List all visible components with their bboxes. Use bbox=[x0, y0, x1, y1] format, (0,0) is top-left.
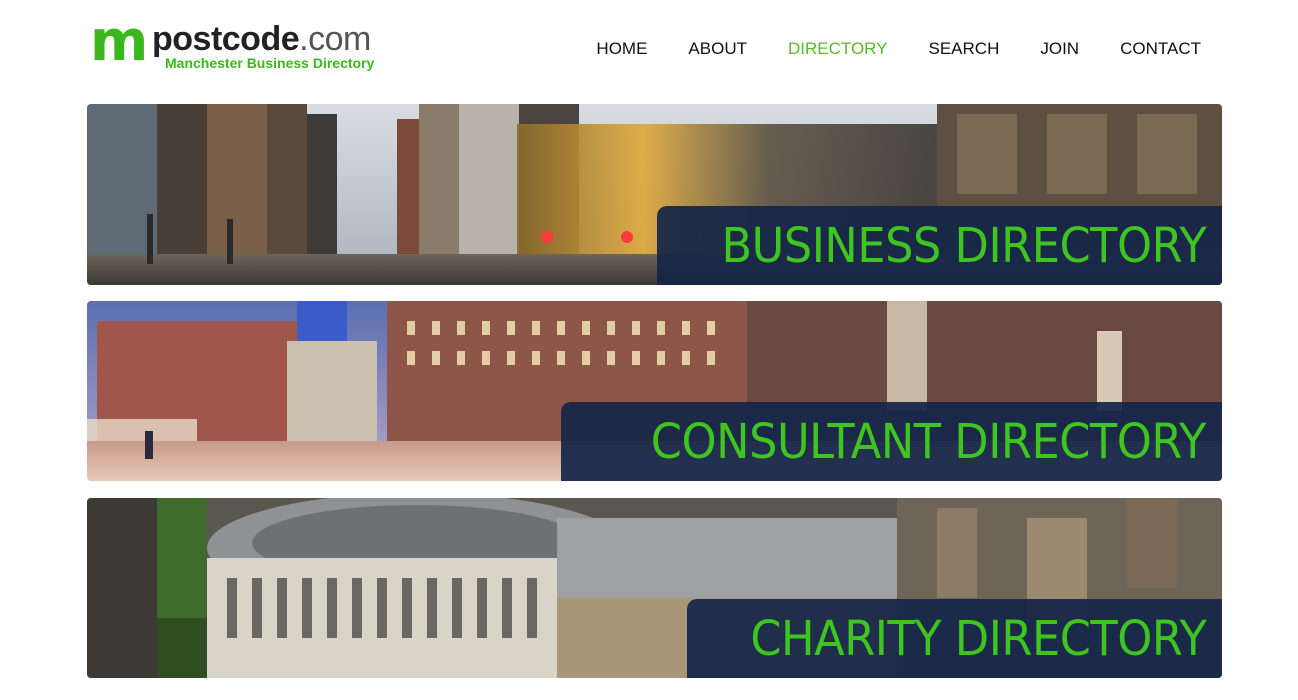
consultant-directory-label: CONSULTANT DIRECTORY bbox=[650, 413, 1207, 470]
nav-search[interactable]: SEARCH bbox=[929, 38, 1000, 60]
logo-wordmark: postcode.com bbox=[152, 22, 371, 56]
nav-about[interactable]: ABOUT bbox=[688, 38, 747, 60]
site-header: m postcode.com Manchester Business Direc… bbox=[0, 0, 1298, 100]
nav-contact[interactable]: CONTACT bbox=[1120, 38, 1201, 60]
logo-name: postcode bbox=[152, 20, 300, 58]
nav-directory[interactable]: DIRECTORY bbox=[788, 38, 888, 60]
charity-directory-label: CHARITY DIRECTORY bbox=[749, 610, 1207, 667]
business-directory-banner[interactable]: BUSINESS DIRECTORY bbox=[87, 104, 1222, 285]
charity-directory-label-box: CHARITY DIRECTORY bbox=[687, 599, 1222, 678]
consultant-directory-banner[interactable]: CONSULTANT DIRECTORY bbox=[87, 301, 1222, 481]
charity-directory-banner[interactable]: CHARITY DIRECTORY bbox=[87, 498, 1222, 678]
consultant-directory-label-box: CONSULTANT DIRECTORY bbox=[561, 402, 1222, 481]
business-directory-label: BUSINESS DIRECTORY bbox=[721, 217, 1206, 274]
nav-join[interactable]: JOIN bbox=[1040, 38, 1079, 60]
main-nav: HOME ABOUT DIRECTORY SEARCH JOIN CONTACT bbox=[555, 38, 1201, 60]
nav-home[interactable]: HOME bbox=[596, 38, 647, 60]
logo-suffix: .com bbox=[299, 20, 371, 58]
site-logo[interactable]: m postcode.com Manchester Business Direc… bbox=[90, 14, 400, 74]
logo-tagline: Manchester Business Directory bbox=[165, 55, 375, 71]
business-directory-label-box: BUSINESS DIRECTORY bbox=[657, 206, 1222, 285]
logo-m-glyph: m bbox=[90, 9, 148, 74]
